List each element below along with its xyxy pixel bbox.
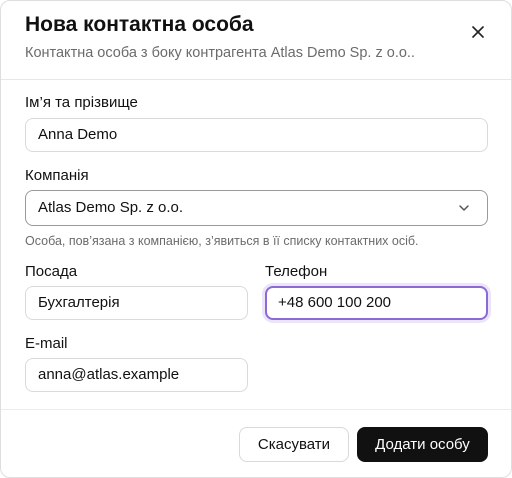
company-hint: Особа, пов’язана з компанією, з’явиться … (25, 234, 419, 248)
close-icon (472, 26, 484, 38)
position-label: Посада (25, 263, 78, 280)
phone-input[interactable]: +48 600 100 200 (265, 286, 488, 320)
new-contact-dialog: Нова контактна особа Контактна особа з б… (0, 0, 512, 478)
email-label: E-mail (25, 335, 68, 352)
company-select-value: Atlas Demo Sp. z o.o. (38, 199, 184, 216)
dialog-footer: Скасувати Додати особу (1, 409, 511, 477)
company-label: Компанія (25, 167, 89, 184)
close-button[interactable] (467, 21, 489, 43)
dialog-subtitle: Контактна особа з боку контрагента Atlas… (25, 45, 415, 61)
company-select[interactable]: Atlas Demo Sp. z o.o. (25, 190, 488, 226)
chevron-down-icon (459, 205, 469, 211)
phone-label: Телефон (265, 263, 328, 280)
position-input[interactable]: Бухгалтерія (25, 286, 248, 320)
email-input[interactable]: anna@atlas.example (25, 358, 248, 392)
cancel-button[interactable]: Скасувати (239, 427, 349, 462)
dialog-header: Нова контактна особа Контактна особа з б… (1, 1, 511, 80)
name-input[interactable]: Anna Demo (25, 118, 488, 152)
name-label: Ім’я та прізвище (25, 94, 138, 111)
add-contact-button[interactable]: Додати особу (357, 427, 488, 462)
dialog-title: Нова контактна особа (25, 13, 254, 36)
